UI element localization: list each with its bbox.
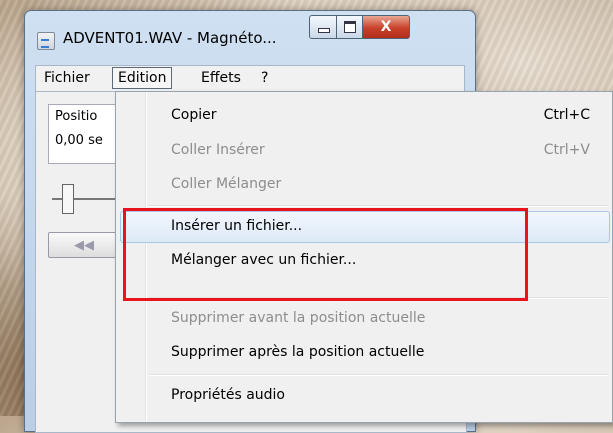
menu-item-coller-melanger[interactable]: Coller Mélanger	[171, 176, 281, 192]
rewind-icon: ◀◀	[74, 237, 94, 253]
position-value: 0,00 se	[55, 133, 103, 148]
maximize-icon	[344, 21, 356, 33]
menu-item-coller-inserer[interactable]: Coller Insérer	[171, 142, 265, 158]
maximize-button[interactable]	[336, 15, 364, 39]
close-button[interactable]: X	[362, 15, 410, 39]
menu-separator	[149, 205, 608, 207]
shortcut-coller-inserer: Ctrl+V	[543, 142, 590, 158]
slider-thumb[interactable]	[62, 184, 74, 214]
menu-help[interactable]: ?	[257, 69, 272, 87]
app-icon	[37, 32, 55, 50]
close-icon: X	[380, 19, 392, 35]
minimize-icon	[317, 27, 330, 33]
shortcut-copier: Ctrl+C	[543, 107, 590, 123]
menu-item-proprietes-audio[interactable]: Propriétés audio	[171, 387, 285, 403]
menu-separator	[149, 374, 608, 376]
menu-item-supprimer-avant[interactable]: Supprimer avant la position actuelle	[171, 310, 425, 326]
menu-edition[interactable]: Edition	[112, 67, 173, 89]
position-label: Positio	[55, 109, 98, 124]
menu-bar: Fichier Edition Effets ?	[35, 65, 465, 93]
rewind-button[interactable]: ◀◀	[48, 232, 120, 258]
menu-effets[interactable]: Effets	[197, 69, 245, 87]
annotation-highlight-box	[123, 208, 528, 301]
menu-fichier[interactable]: Fichier	[40, 69, 94, 87]
minimize-button[interactable]	[309, 15, 338, 39]
menu-item-supprimer-apres[interactable]: Supprimer après la position actuelle	[171, 344, 424, 360]
menu-item-copier[interactable]: Copier	[171, 107, 217, 123]
title-bar[interactable]: ADVENT01.WAV - Magnéto... X	[25, 11, 475, 55]
window-title: ADVENT01.WAV - Magnéto...	[63, 29, 277, 47]
